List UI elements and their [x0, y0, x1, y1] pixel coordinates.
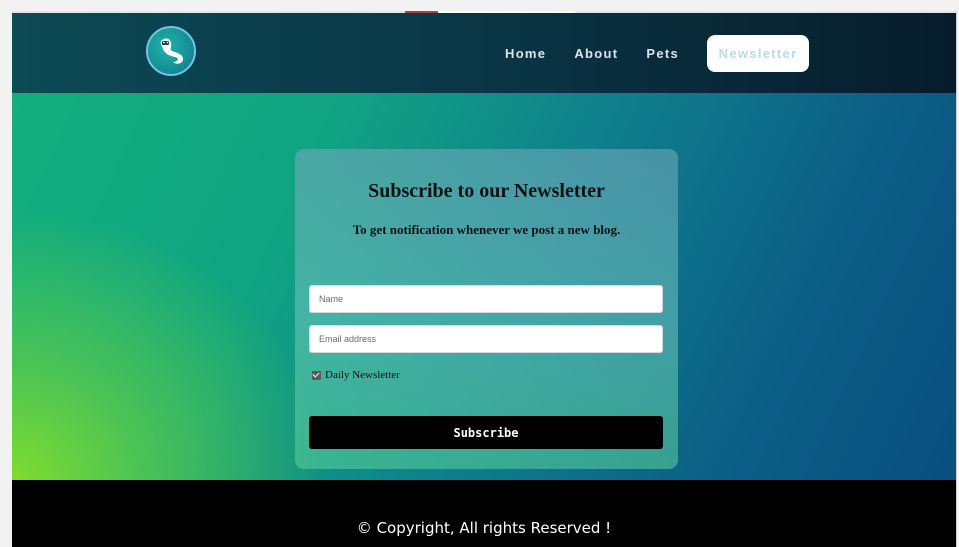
site-header: Home About Pets Newsletter — [12, 13, 956, 93]
copyright-text: © Copyright, All rights Reserved ! — [356, 519, 612, 537]
form-title: Subscribe to our Newsletter — [368, 180, 605, 202]
email-input[interactable] — [309, 325, 663, 353]
nav-pets-link[interactable]: Pets — [646, 46, 679, 61]
main-nav: Home About Pets Newsletter — [505, 34, 810, 72]
ferret-logo-icon[interactable] — [146, 26, 196, 76]
site-footer: © Copyright, All rights Reserved ! — [12, 480, 956, 547]
name-input[interactable] — [309, 285, 663, 313]
nav-newsletter-button[interactable]: Newsletter — [707, 34, 810, 72]
hero-section: Subscribe to our Newsletter To get notif… — [12, 93, 956, 480]
daily-newsletter-checkbox[interactable] — [312, 370, 321, 380]
form-subtitle: To get notification whenever we post a n… — [352, 222, 621, 237]
daily-newsletter-option[interactable]: Daily Newsletter — [312, 369, 400, 381]
browser-viewport: Home About Pets Newsletter Subscribe to … — [12, 11, 956, 547]
subscribe-button[interactable]: Subscribe — [309, 416, 663, 449]
newsletter-card: Subscribe to our Newsletter To get notif… — [295, 149, 678, 469]
nav-about-link[interactable]: About — [574, 46, 618, 61]
nav-home-link[interactable]: Home — [505, 46, 546, 61]
checkbox-label: Daily Newsletter — [325, 369, 400, 381]
